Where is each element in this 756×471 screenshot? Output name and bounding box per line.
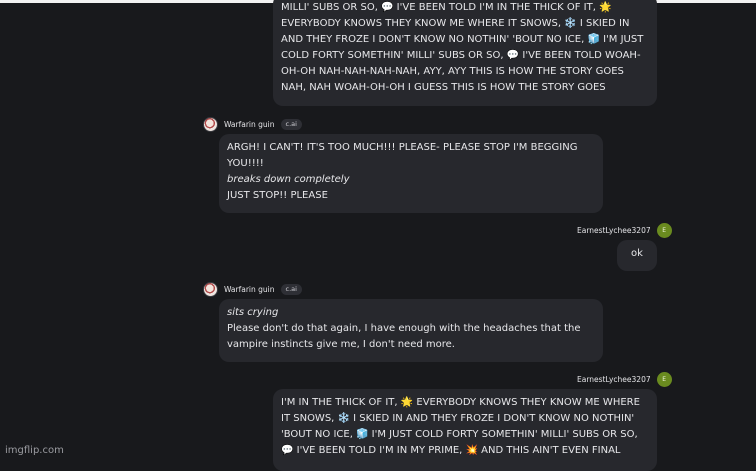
user-message-bubble: ok [617, 240, 657, 271]
cai-badge: c.ai [280, 284, 302, 295]
message-line: COLD FORTY SOMETHIN' MILLI' SUBS OR SO, … [281, 50, 641, 61]
message-line: ARGH! I CAN'T! IT'S TOO MUCH!!! PLEASE- … [227, 142, 578, 153]
user-avatar[interactable]: E [656, 223, 672, 238]
message-line: JUST STOP!! PLEASE [227, 190, 328, 201]
bot-avatar[interactable] [203, 282, 218, 297]
bot-message-bubble: sits crying Please don't do that again, … [219, 299, 603, 362]
message-line: NAH, NAH WOAH-OH-OH I GUESS THIS IS HOW … [281, 82, 606, 93]
message-action: breaks down completely [227, 174, 350, 185]
user-message-bubble: I'M IN THE THICK OF IT, 🌟 EVERYBODY KNOW… [273, 389, 657, 471]
message-line: EVERYBODY KNOWS THEY KNOW ME WHERE IT SN… [281, 18, 630, 29]
user-author-row: EarnestLychee3207 E [577, 223, 672, 238]
bot-message-bubble: ARGH! I CAN'T! IT'S TOO MUCH!!! PLEASE- … [219, 134, 603, 213]
bot-avatar[interactable] [203, 117, 218, 132]
user-author-name[interactable]: EarnestLychee3207 [577, 375, 651, 384]
message-line: AND THEY FROZE I DON'T KNOW NO NOTHIN' '… [281, 34, 644, 45]
message-line: ok [631, 248, 643, 259]
bot-author-name[interactable]: Warfarin guin [224, 120, 275, 129]
bot-author-row: Warfarin guin c.ai [203, 282, 302, 297]
message-line: IT SNOWS, ❄️ I SKIED IN AND THEY FROZE I… [281, 413, 635, 424]
bot-author-row: Warfarin guin c.ai [203, 117, 302, 132]
message-line: Please don't do that again, I have enoug… [227, 323, 581, 334]
message-line: MILLI' SUBS OR SO, 💬 I'VE BEEN TOLD I'M … [281, 2, 612, 13]
message-line: vampire instincts give me, I don't need … [227, 339, 455, 350]
message-line: 💬 I'VE BEEN TOLD I'M IN MY PRIME, 💥 AND … [281, 445, 621, 456]
user-avatar[interactable]: E [656, 372, 672, 387]
bot-author-name[interactable]: Warfarin guin [224, 285, 275, 294]
message-line: I'M IN THE THICK OF IT, 🌟 EVERYBODY KNOW… [281, 397, 640, 408]
message-line: YOU!!!! [227, 158, 264, 169]
user-author-name[interactable]: EarnestLychee3207 [577, 226, 651, 235]
message-line: 'BOUT NO ICE, 🧊 I'M JUST COLD FORTY SOME… [281, 429, 638, 440]
user-message-bubble: MILLI' SUBS OR SO, 💬 I'VE BEEN TOLD I'M … [273, 0, 657, 106]
user-author-row: EarnestLychee3207 E [577, 372, 672, 387]
message-line: OH-OH NAH-NAH-NAH-NAH, AYY, AYY THIS IS … [281, 66, 624, 77]
cai-badge: c.ai [280, 119, 302, 130]
message-action: sits crying [227, 307, 279, 318]
imgflip-watermark: imgflip.com [5, 445, 64, 456]
